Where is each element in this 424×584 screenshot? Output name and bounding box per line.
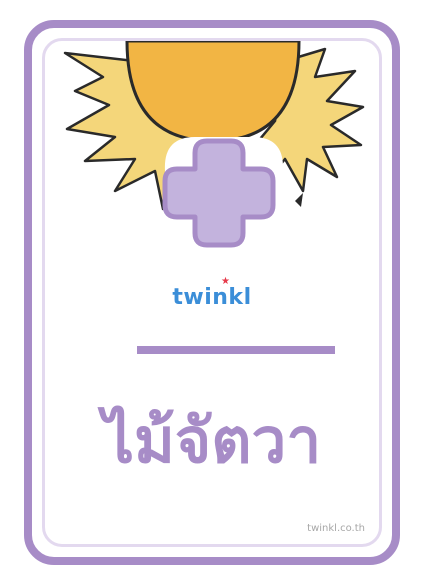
thai-word: ไม้จัตวา	[102, 404, 322, 477]
card-inner: twinkl ★ ไม้จัตวา twinkl.co.th	[42, 38, 382, 547]
sun-icon	[63, 41, 365, 248]
card-frame: twinkl ★ ไม้จัตวา twinkl.co.th	[24, 20, 400, 565]
logo-star-icon: ★	[221, 276, 230, 287]
divider-line	[137, 346, 335, 354]
twinkl-logo: twinkl	[172, 285, 252, 310]
flash-card-page: twinkl ★ ไม้จัตวา twinkl.co.th	[0, 0, 424, 584]
watermark-url: twinkl.co.th	[307, 523, 365, 534]
